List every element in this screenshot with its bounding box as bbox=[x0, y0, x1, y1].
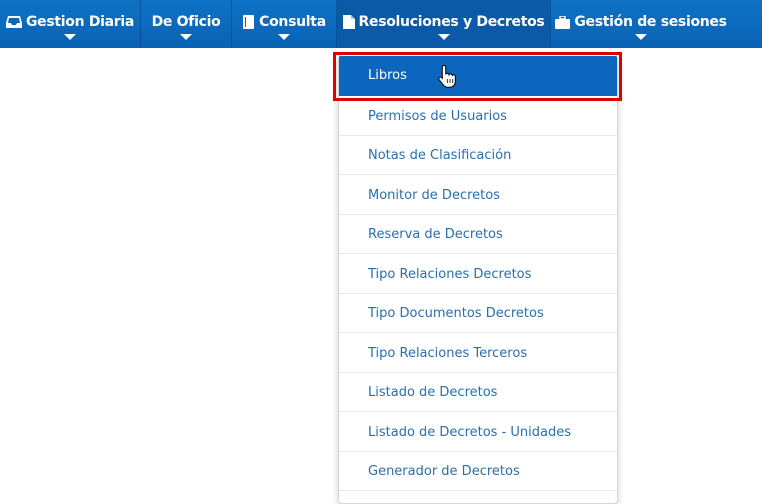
menu-item-tipo-relaciones-terceros[interactable]: Tipo Relaciones Terceros bbox=[339, 334, 617, 373]
menu-item-generador-decretos[interactable]: Generador de Decretos bbox=[339, 452, 617, 491]
hand-pointer-icon bbox=[438, 64, 456, 88]
nav-gestion-sesiones[interactable]: Gestión de sesiones bbox=[551, 0, 731, 48]
nav-de-oficio-label: De Oficio bbox=[151, 14, 221, 30]
document-icon bbox=[342, 15, 355, 29]
menu-item-reserva-decretos[interactable]: Reserva de Decretos bbox=[339, 215, 617, 254]
top-navbar: Gestion Diaria De Oficio Consulta Resolu… bbox=[0, 0, 762, 48]
nav-de-oficio[interactable]: De Oficio bbox=[141, 0, 231, 48]
nav-gestion-sesiones-label: Gestión de sesiones bbox=[574, 14, 727, 30]
menu-item-tipo-documentos-decretos[interactable]: Tipo Documentos Decretos bbox=[339, 294, 617, 333]
menu-item-notas-clasificacion[interactable]: Notas de Clasificación bbox=[339, 136, 617, 175]
nav-resoluciones-decretos-label: Resoluciones y Decretos bbox=[358, 14, 545, 30]
book-icon bbox=[243, 15, 255, 29]
menu-item-monitor-decretos[interactable]: Monitor de Decretos bbox=[339, 176, 617, 215]
menu-item-listado-decretos[interactable]: Listado de Decretos bbox=[339, 373, 617, 412]
nav-gestion-diaria-label: Gestion Diaria bbox=[25, 14, 135, 30]
nav-gestion-diaria[interactable]: Gestion Diaria bbox=[0, 0, 140, 48]
menu-item-tipo-relaciones-decretos[interactable]: Tipo Relaciones Decretos bbox=[339, 255, 617, 294]
briefcase-icon bbox=[555, 15, 571, 29]
chevron-down-icon bbox=[64, 34, 76, 40]
menu-item-listado-decretos-unidades[interactable]: Listado de Decretos - Unidades bbox=[339, 413, 617, 452]
nav-consulta[interactable]: Consulta bbox=[232, 0, 336, 48]
chevron-down-icon bbox=[180, 34, 192, 40]
chevron-down-icon bbox=[278, 34, 290, 40]
chevron-down-icon bbox=[635, 34, 647, 40]
nav-resoluciones-decretos[interactable]: Resoluciones y Decretos bbox=[337, 0, 550, 48]
menu-item-permisos-usuarios[interactable]: Permisos de Usuarios bbox=[339, 97, 617, 136]
chevron-down-icon bbox=[437, 34, 450, 40]
menu-item-libros[interactable]: Libros bbox=[339, 56, 617, 96]
nav-consulta-label: Consulta bbox=[259, 14, 326, 30]
resoluciones-dropdown-menu: Libros Permisos de Usuarios Notas de Cla… bbox=[338, 54, 618, 504]
inbox-icon bbox=[5, 16, 22, 28]
